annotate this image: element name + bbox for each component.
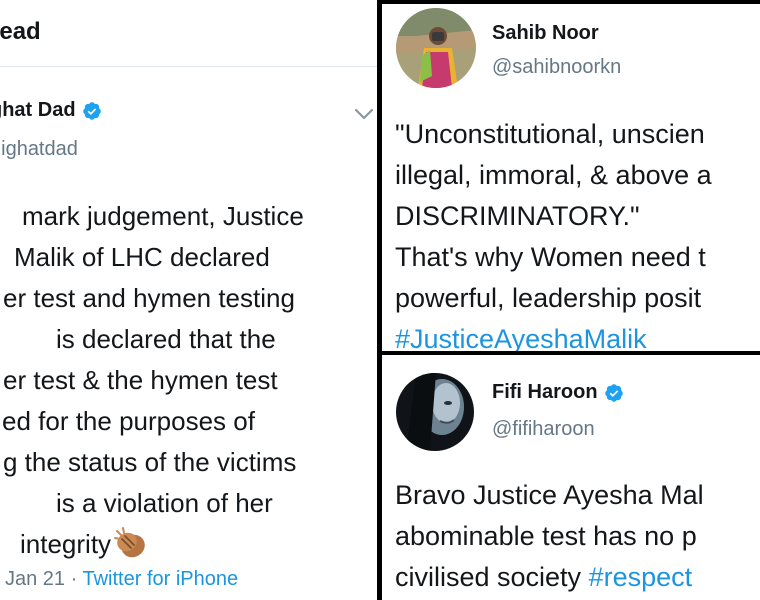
tweet-line: is a violation of her: [56, 488, 273, 518]
verified-badge-icon: [604, 383, 623, 402]
tweet-line: er test and hymen testing: [3, 283, 295, 313]
tweet-date[interactable]: Jan 21: [5, 568, 65, 590]
tweet-body: Bravo Justice Ayesha Mal abominable test…: [395, 475, 704, 598]
meta-separator: ·: [70, 568, 78, 590]
author-name-row[interactable]: ghat Dad: [0, 99, 102, 122]
tweet-line: civilised society: [395, 562, 582, 592]
chevron-down-icon[interactable]: [354, 107, 374, 121]
thread-header: read: [0, 18, 41, 45]
tweet-line: "Unconstitutional, unscien: [395, 119, 705, 149]
tweet-line: integrity: [20, 529, 112, 559]
author-handle[interactable]: @fifiharoon: [492, 418, 595, 441]
hashtag-link[interactable]: #JusticeAyeshaMalik: [395, 319, 712, 351]
tweet-body: mark judgement, Justice Malik of LHC dec…: [0, 196, 304, 565]
hashtag-link[interactable]: #respect: [589, 562, 693, 592]
avatar[interactable]: [396, 373, 474, 451]
bottom-right-tweet-panel: Fifi Haroon @fifiharoon Bravo Justice Ay…: [382, 355, 760, 600]
left-tweet-panel: read ghat Dad nighatdad mark judgement, …: [0, 0, 377, 600]
tweet-line: abominable test has no p: [395, 521, 697, 551]
avatar[interactable]: [396, 8, 476, 88]
author-name-row[interactable]: Fifi Haroon: [492, 381, 624, 404]
tweet-line: g the status of the victims: [3, 447, 297, 477]
tweet-line: mark judgement, Justice: [22, 201, 304, 231]
author-name-row[interactable]: Sahib Noor: [492, 22, 599, 45]
author-name[interactable]: Fifi Haroon: [492, 381, 598, 404]
tweet-line: Malik of LHC declared: [14, 242, 270, 272]
author-name[interactable]: ghat Dad: [0, 99, 76, 122]
tweet-body: "Unconstitutional, unscien illegal, immo…: [395, 114, 712, 351]
verified-badge-icon: [82, 101, 101, 120]
tweet-line: Bravo Justice Ayesha Mal: [395, 480, 704, 510]
avatar-image: [396, 8, 476, 88]
header-divider: [0, 66, 377, 67]
tweet-line: ed for the purposes of: [2, 406, 255, 436]
clapping-hands-icon: [114, 527, 145, 558]
tweet-line: illegal, immoral, & above a: [395, 160, 712, 190]
tweet-meta: Jan 21 · Twitter for iPhone: [5, 568, 238, 591]
author-handle[interactable]: @sahibnoorkn: [492, 56, 621, 79]
tweet-last-line: integrity: [0, 524, 304, 565]
tweet-line: DISCRIMINATORY.": [395, 201, 640, 231]
tweet-line: That's why Women need t: [395, 242, 706, 272]
author-handle[interactable]: nighatdad: [0, 138, 78, 161]
tweet-source-link[interactable]: Twitter for iPhone: [83, 568, 239, 590]
avatar-image: [396, 373, 474, 451]
top-right-tweet-panel: Sahib Noor @sahibnoorkn "Unconstitutiona…: [382, 4, 760, 351]
tweet-line: er test & the hymen test: [3, 365, 278, 395]
tweet-last-line: civilised society #respect: [395, 557, 704, 598]
tweet-line: is declared that the: [56, 324, 276, 354]
author-name[interactable]: Sahib Noor: [492, 22, 599, 45]
tweet-line: powerful, leadership posit: [395, 283, 702, 313]
